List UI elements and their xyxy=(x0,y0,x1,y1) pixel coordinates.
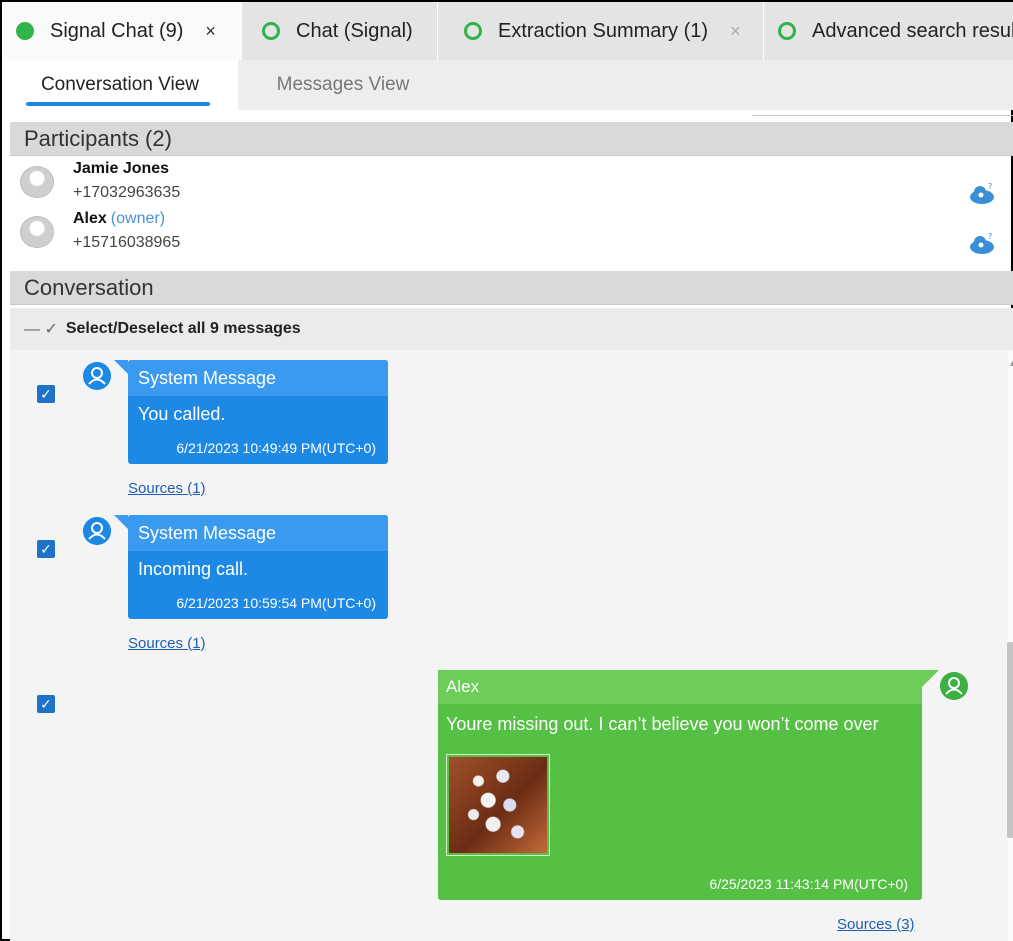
status-ring-icon xyxy=(262,22,280,40)
tab-chat-signal[interactable]: Chat (Signal) xyxy=(242,2,438,60)
message-checkbox[interactable]: ✓ xyxy=(37,385,55,403)
tab-advanced-search[interactable]: Advanced search resul xyxy=(764,2,1013,60)
select-all-label: Select/Deselect all 9 messages xyxy=(65,320,301,337)
svg-text:?: ? xyxy=(988,233,992,241)
view-switcher: Conversation View Messages View xyxy=(2,60,1013,110)
participant-row[interactable]: Alex (owner) +15716038965 ? xyxy=(20,208,1010,258)
sources-link[interactable]: Sources (1) xyxy=(128,480,206,497)
message-bubble-outgoing[interactable]: Alex Youre missing out. I can’t believe … xyxy=(438,670,922,900)
close-icon[interactable]: × xyxy=(205,21,216,42)
tab-label: Advanced search resul xyxy=(812,19,1013,42)
system-user-icon xyxy=(83,517,111,545)
cloud-icon[interactable]: ? xyxy=(966,183,996,205)
participants-header: Participants (2) xyxy=(10,122,1013,156)
tab-extraction-summary[interactable]: Extraction Summary (1) × xyxy=(438,2,764,60)
participant-phone: +15716038965 xyxy=(73,234,181,251)
tab-label: Extraction Summary (1) xyxy=(498,19,709,42)
subtab-filler xyxy=(448,60,1013,110)
participant-phone: +17032963635 xyxy=(73,184,181,201)
sources-link[interactable]: Sources (3) xyxy=(837,916,915,933)
message-checkbox[interactable]: ✓ xyxy=(37,695,55,713)
user-icon xyxy=(940,672,968,700)
tab-label: Chat (Signal) xyxy=(296,19,413,42)
bubble-tail xyxy=(921,670,939,688)
select-all-toggle[interactable]: — ✓ Select/Deselect all 9 messages xyxy=(10,308,1013,350)
tab-conversation-view[interactable]: Conversation View xyxy=(2,60,238,110)
message-timestamp: 6/21/2023 10:49:49 PM(UTC+0) xyxy=(176,440,376,456)
message-sender: System Message xyxy=(128,515,388,551)
message-timestamp: 6/25/2023 11:43:14 PM(UTC+0) xyxy=(709,876,908,892)
participant-name: Jamie Jones xyxy=(73,160,170,177)
message-text: Incoming call. xyxy=(138,559,249,579)
close-icon[interactable]: × xyxy=(730,21,741,42)
status-ring-icon xyxy=(778,22,796,40)
message-sender: System Message xyxy=(128,360,388,396)
attachment-thumbnail xyxy=(449,757,547,853)
system-user-icon xyxy=(83,362,111,390)
bubble-tail xyxy=(114,515,128,529)
sources-link[interactable]: Sources (1) xyxy=(128,635,206,652)
message-checkbox[interactable]: ✓ xyxy=(37,540,55,558)
image-attachment[interactable] xyxy=(446,754,550,856)
scrollbar-thumb[interactable] xyxy=(1007,642,1013,838)
tab-messages-view[interactable]: Messages View xyxy=(238,60,448,110)
conversation-header: Conversation xyxy=(10,271,1013,305)
avatar xyxy=(20,166,54,198)
tab-label: Signal Chat xyxy=(50,19,154,42)
message-timestamp: 6/21/2023 10:59:54 PM(UTC+0) xyxy=(176,595,376,611)
participant-row[interactable]: Jamie Jones +17032963635 ? xyxy=(20,158,1010,208)
divider xyxy=(752,115,1013,116)
conversation-pane[interactable]: ▲ ✓ System Message You called. 6/21/2023… xyxy=(10,350,1013,941)
bubble-tail xyxy=(114,360,128,374)
tab-signal-chat[interactable]: Signal Chat (9) × xyxy=(2,2,242,60)
document-tab-bar: Signal Chat (9) × Chat (Signal) Extracti… xyxy=(2,2,1013,60)
scroll-up-icon[interactable]: ▲ xyxy=(1008,358,1013,369)
tab-count: (9) xyxy=(158,19,184,42)
message-sender: Alex xyxy=(438,670,922,704)
status-ring-icon xyxy=(464,22,482,40)
message-bubble[interactable]: System Message You called. 6/21/2023 10:… xyxy=(128,360,388,464)
cloud-icon[interactable]: ? xyxy=(966,233,996,255)
avatar xyxy=(20,216,54,248)
participant-role: (owner) xyxy=(110,210,166,227)
message-bubble[interactable]: System Message Incoming call. 6/21/2023 … xyxy=(128,515,388,619)
status-dot-icon xyxy=(16,22,34,40)
participant-name: Alex (owner) xyxy=(73,210,166,227)
message-text: You called. xyxy=(138,404,226,424)
svg-text:?: ? xyxy=(988,183,992,191)
select-all-marks: — ✓ xyxy=(24,321,58,338)
message-text: Youre missing out. I can’t believe you w… xyxy=(446,714,879,734)
